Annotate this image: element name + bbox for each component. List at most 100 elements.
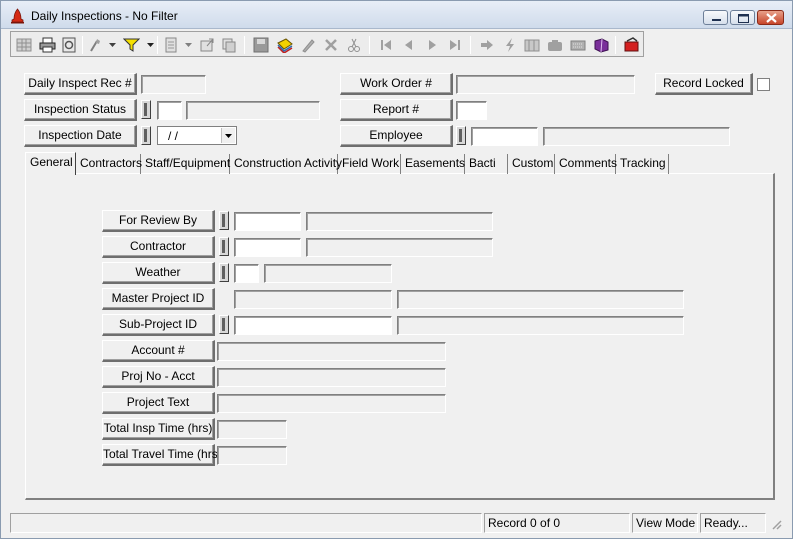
record-locked-checkbox[interactable] bbox=[757, 78, 770, 91]
minimize-icon bbox=[712, 19, 721, 21]
printer-icon bbox=[39, 37, 55, 52]
employee-lookup-handle[interactable] bbox=[456, 126, 466, 145]
total-travel-time-button[interactable]: Total Travel Time (hrs) bbox=[102, 444, 222, 466]
sub-project-id-input[interactable] bbox=[234, 316, 392, 335]
master-project-id-button[interactable]: Master Project ID bbox=[102, 288, 215, 310]
inspection-date-button[interactable]: Inspection Date bbox=[24, 125, 137, 147]
export-icon bbox=[200, 38, 214, 51]
inspection-status-code-input[interactable] bbox=[157, 101, 182, 120]
status-record-count: Record 0 of 0 bbox=[484, 513, 630, 533]
save-icon bbox=[253, 37, 269, 52]
toolbar-last-record-button[interactable] bbox=[445, 35, 465, 54]
record-locked-button[interactable]: Record Locked bbox=[655, 73, 753, 95]
weather-code-input[interactable] bbox=[234, 264, 259, 283]
toolbar-attachment-button[interactable] bbox=[545, 35, 565, 54]
toolbar-calculator-button[interactable] bbox=[568, 35, 588, 54]
toolbar-exit-button[interactable] bbox=[621, 35, 641, 54]
toolbar-cut-button[interactable] bbox=[344, 35, 364, 54]
toolbar-first-record-button[interactable] bbox=[376, 35, 396, 54]
sub-project-name-field bbox=[397, 316, 684, 335]
contractor-lookup-handle[interactable] bbox=[219, 237, 229, 256]
title-bar: Daily Inspections - No Filter bbox=[1, 1, 792, 29]
toolbar-new-button[interactable] bbox=[14, 35, 34, 54]
toolbar-action-button[interactable] bbox=[500, 35, 520, 54]
prev-record-icon bbox=[405, 39, 412, 50]
toolbar-filter-dropdown[interactable] bbox=[146, 35, 154, 54]
camera-icon bbox=[548, 39, 562, 51]
toolbar-goto-button[interactable] bbox=[477, 35, 497, 54]
toolbar-save-button[interactable] bbox=[251, 35, 271, 54]
inspection-status-button[interactable]: Inspection Status bbox=[24, 99, 137, 121]
toolbar-export-button[interactable] bbox=[197, 35, 217, 54]
contractor-name-field bbox=[306, 238, 493, 257]
scissors-icon bbox=[348, 38, 360, 52]
work-order-field bbox=[456, 75, 635, 94]
sub-project-id-button[interactable]: Sub-Project ID bbox=[102, 314, 215, 336]
toolbar-help-button[interactable] bbox=[591, 35, 611, 54]
employee-button[interactable]: Employee bbox=[340, 125, 453, 147]
weather-lookup-handle[interactable] bbox=[219, 263, 229, 282]
toolbar-edit-button[interactable] bbox=[298, 35, 318, 54]
window-title: Daily Inspections - No Filter bbox=[31, 9, 178, 23]
master-project-name-field bbox=[397, 290, 684, 309]
tab-construction-activity[interactable]: Construction Activity bbox=[230, 154, 342, 174]
contractor-code-input[interactable] bbox=[234, 238, 301, 257]
toolbar-next-record-button[interactable] bbox=[422, 35, 442, 54]
toolbar-report-button[interactable] bbox=[161, 35, 181, 54]
proj-no-acct-field bbox=[217, 368, 446, 387]
close-button[interactable] bbox=[757, 10, 784, 25]
toolbar-print-button[interactable] bbox=[37, 35, 57, 54]
for-review-by-code-input[interactable] bbox=[234, 212, 301, 231]
tab-custom[interactable]: Custom bbox=[508, 154, 555, 174]
toolbar-wizard-button[interactable] bbox=[86, 35, 106, 54]
date-dropdown-button[interactable] bbox=[221, 128, 235, 143]
toolbar-wizard-dropdown[interactable] bbox=[108, 35, 116, 54]
toolbar-notes-button[interactable] bbox=[274, 35, 294, 54]
employee-code-input[interactable] bbox=[471, 127, 538, 146]
minimize-button[interactable] bbox=[703, 10, 728, 25]
chevron-down-icon bbox=[146, 42, 154, 47]
close-icon bbox=[766, 13, 777, 23]
total-insp-time-button[interactable]: Total Insp Time (hrs) bbox=[102, 418, 215, 440]
tab-tracking[interactable]: Tracking bbox=[616, 154, 669, 174]
project-text-button[interactable]: Project Text bbox=[102, 392, 215, 414]
tab-bacti[interactable]: Bacti bbox=[465, 154, 508, 174]
inspection-status-lookup-handle[interactable] bbox=[141, 100, 151, 119]
contractor-button[interactable]: Contractor bbox=[102, 236, 215, 258]
tab-general[interactable]: General bbox=[25, 152, 76, 175]
toolbar-prev-record-button[interactable] bbox=[399, 35, 419, 54]
report-button[interactable]: Report # bbox=[340, 99, 453, 121]
proj-no-acct-button[interactable]: Proj No - Acct bbox=[102, 366, 215, 388]
sub-project-id-lookup-handle[interactable] bbox=[219, 315, 229, 334]
inspection-date-lookup-handle[interactable] bbox=[141, 126, 151, 145]
toolbar-copy-button[interactable] bbox=[219, 35, 239, 54]
last-record-icon bbox=[450, 39, 460, 50]
copy-icon bbox=[222, 38, 236, 52]
toolbar-filter-button[interactable] bbox=[121, 35, 141, 54]
toolbar-report-dropdown[interactable] bbox=[184, 35, 192, 54]
for-review-by-button[interactable]: For Review By bbox=[102, 210, 215, 232]
weather-button[interactable]: Weather bbox=[102, 262, 215, 284]
tab-contractors[interactable]: Contractors bbox=[76, 154, 142, 174]
maximize-button[interactable] bbox=[730, 10, 755, 25]
help-book-icon bbox=[594, 37, 608, 53]
resize-grip-icon[interactable] bbox=[770, 518, 782, 530]
toolbar-delete-button[interactable] bbox=[321, 35, 341, 54]
toolbar-map-button[interactable] bbox=[522, 35, 542, 54]
grid-icon bbox=[16, 38, 32, 51]
inspection-date-picker[interactable]: / / bbox=[157, 126, 237, 145]
account-button[interactable]: Account # bbox=[102, 340, 215, 362]
daily-inspect-rec-field[interactable] bbox=[141, 75, 206, 94]
tab-easements[interactable]: Easements bbox=[401, 154, 465, 174]
for-review-by-lookup-handle[interactable] bbox=[219, 211, 229, 230]
daily-inspect-rec-button[interactable]: Daily Inspect Rec # bbox=[24, 73, 137, 95]
next-record-icon bbox=[429, 39, 436, 50]
work-order-button[interactable]: Work Order # bbox=[340, 73, 453, 95]
main-window: Daily Inspections - No Filter Daily Insp… bbox=[0, 0, 793, 539]
tab-field-work[interactable]: Field Work bbox=[338, 154, 401, 174]
toolbar-print-preview-button[interactable] bbox=[59, 35, 79, 54]
tab-comments[interactable]: Comments bbox=[555, 154, 617, 174]
print-preview-icon bbox=[62, 37, 76, 52]
report-number-input[interactable] bbox=[456, 101, 487, 120]
tab-staff-equipment[interactable]: Staff/Equipment bbox=[141, 154, 230, 174]
